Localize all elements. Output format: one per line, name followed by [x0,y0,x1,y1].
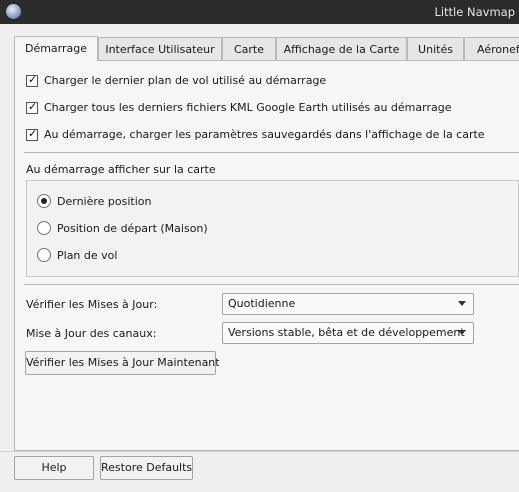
update-check-select[interactable]: Quotidienne [222,293,474,315]
tab-bar: Démarrage Interface Utilisateur Carte Af… [14,36,519,61]
update-channel-select[interactable]: Versions stable, bêta et de développemen… [222,322,474,344]
window-title: Little Navmap [434,5,515,19]
radio-home-position[interactable] [37,221,51,235]
separator [0,451,519,452]
update-channel-label: Mise à Jour des canaux: [26,327,157,340]
radio-flight-plan[interactable] [37,248,51,262]
globe-icon [6,4,21,19]
tab-carte[interactable]: Carte [222,37,276,61]
checkbox-label-load-last-flightplan: Charger le dernier plan de vol utilisé a… [44,74,327,87]
restore-defaults-button[interactable]: Restore Defaults [100,456,193,480]
update-check-value: Quotidienne [228,297,296,310]
tab-unites[interactable]: Unités [407,37,464,61]
tab-affichage-carte[interactable]: Affichage de la Carte [276,37,407,61]
chevron-down-icon [458,301,466,306]
checkbox-load-map-settings[interactable] [26,127,38,141]
radio-last-position[interactable] [37,194,51,208]
checkbox-load-kml-files[interactable] [26,100,38,114]
tab-demarrage[interactable]: Démarrage [14,36,98,61]
check-updates-now-button[interactable]: Vérifier les Mises à Jour Maintenant [25,351,220,375]
tab-aeronef[interactable]: Aéronef [464,37,519,61]
checkbox-label-load-kml-files: Charger tous les derniers fichiers KML G… [44,101,452,114]
checkbox-load-last-flightplan[interactable] [26,73,38,87]
update-channel-value: Versions stable, bêta et de développemen… [228,326,465,339]
separator [24,152,519,153]
radio-label-last-position: Dernière position [57,195,152,208]
chevron-down-icon [458,330,466,335]
tab-interface-utilisateur[interactable]: Interface Utilisateur [98,37,222,61]
checkbox-label-load-map-settings: Au démarrage, charger les paramètres sau… [44,128,485,141]
radio-label-flight-plan: Plan de vol [57,249,118,262]
radio-label-home-position: Position de départ (Maison) [57,222,208,235]
map-group-title: Au démarrage afficher sur la carte [26,163,216,176]
help-button[interactable]: Help [14,456,94,480]
separator [24,284,519,285]
title-bar: Little Navmap [0,0,519,24]
update-check-label: Vérifier les Mises à Jour: [26,298,158,311]
